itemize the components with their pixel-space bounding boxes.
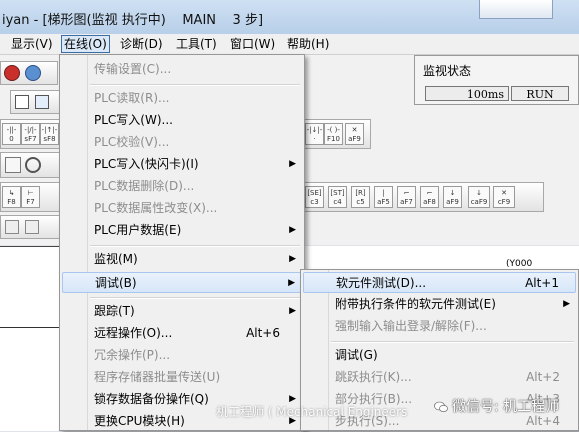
menu-view[interactable]: 显示(V)	[9, 36, 55, 52]
toolbar-strip: [SE] c3 [ST] c4 [R] c5 | aF5 ⌐ aF7 ⌐ aF8 ↓ aF9 …	[303, 182, 544, 212]
menu-diagnostics[interactable]: 诊断(D)	[118, 36, 165, 52]
contact-button[interactable]: -|↑|- sF8	[40, 123, 59, 145]
device-search-icon[interactable]	[25, 65, 41, 81]
contact-button[interactable]: -||- 0	[2, 123, 21, 145]
toolbar-strip: ↳ F8 ⊢ F7	[0, 182, 60, 212]
watermark: 微信号: 机工程师	[434, 396, 559, 416]
submenu-arrow-icon: ▶	[288, 278, 295, 288]
menu-item-redundant-operation[interactable]: 冗余操作(P)...	[62, 345, 302, 366]
submenu-arrow-icon: ▶	[563, 299, 570, 309]
ladder-symbol-button[interactable]: [SE] c3	[305, 186, 324, 208]
zoom-icon[interactable]	[5, 157, 21, 173]
window-control-button[interactable]	[479, 0, 553, 19]
menu-item-plc-user-data[interactable]: PLC用户数据(E) ▶	[62, 220, 302, 241]
menu-item-debug[interactable]: 调试(B) ▶	[62, 272, 302, 293]
submenu-arrow-icon: ▶	[289, 225, 296, 235]
toolbar-strip: -|↓|- · -( )- F10 ✕ aF9	[303, 119, 371, 149]
menu-separator	[90, 245, 300, 247]
ladder-symbol-button[interactable]: ↳ F8	[2, 186, 21, 208]
menu-separator	[331, 341, 574, 343]
online-menu: 传输设置(C)... PLC读取(R)... PLC写入(W)... PLC校验…	[59, 54, 305, 431]
contact-button[interactable]: -|/|- sF7	[21, 123, 40, 145]
toolbar-strip	[0, 61, 58, 85]
submenu-arrow-icon: ▶	[289, 159, 296, 169]
toolbar-strip	[10, 90, 60, 114]
monitor-icon[interactable]	[4, 65, 20, 81]
menu-window[interactable]: 窗口(W)	[228, 36, 277, 52]
menu-item-device-test[interactable]: 软元件测试(D)... Alt+1	[303, 272, 576, 293]
submenu-arrow-icon: ▶	[289, 254, 296, 264]
ladder-rung	[0, 246, 60, 247]
wechat-icon	[434, 401, 448, 413]
toolbar-strip	[0, 215, 60, 239]
delete-line-button[interactable]: ✕ aF9	[345, 123, 364, 145]
submenu-arrow-icon: ▶	[289, 306, 296, 316]
ladder-symbol-button[interactable]: ⌐ aF8	[420, 186, 439, 208]
ladder-symbol-button[interactable]: ⌐ aF7	[397, 186, 416, 208]
menu-help[interactable]: 帮助(H)	[285, 36, 331, 52]
print-icon[interactable]	[5, 220, 19, 234]
menu-item-monitor[interactable]: 监视(M) ▶	[62, 249, 302, 270]
menu-item-plc-write-flash[interactable]: PLC写入(快闪卡)(I) ▶	[62, 154, 302, 175]
ladder-rung	[0, 327, 60, 328]
menu-item-forced-io[interactable]: 强制输入输出登录/解除(F)...	[303, 316, 576, 337]
list-mode-icon[interactable]	[35, 95, 49, 109]
menu-item-plc-write[interactable]: PLC写入(W)...	[62, 110, 302, 131]
menu-item-plc-read[interactable]: PLC读取(R)...	[62, 88, 302, 109]
menu-item-program-memory-transfer[interactable]: 程序存储器批量传送(U)	[62, 367, 302, 388]
coil-button[interactable]: -( )- F10	[324, 123, 343, 145]
find-icon[interactable]	[25, 157, 41, 173]
menu-online[interactable]: 在线(O)	[61, 35, 110, 53]
contact-button[interactable]: -|↓|- ·	[305, 123, 324, 145]
watermark-text: 机工程师 ( Mechanical Engineers	[216, 405, 408, 419]
menu-item-skip-execution[interactable]: 跳跃执行(K)... Alt+2	[303, 367, 576, 388]
coil-label: (Y000	[506, 259, 533, 269]
window-title: iyan - [梯形图(监视 执行中) MAIN 3 步]	[2, 13, 264, 28]
menu-item-transfer-setup[interactable]: 传输设置(C)...	[62, 59, 302, 80]
monitor-status-title: 监视状态	[423, 64, 472, 78]
menu-item-plc-data-attribute[interactable]: PLC数据属性改变(X)...	[62, 198, 302, 219]
ladder-symbol-button[interactable]: ⊢ F7	[21, 186, 40, 208]
ladder-symbol-button[interactable]: ↓ aF9	[443, 186, 462, 208]
ladder-symbol-button[interactable]: [ST] c4	[328, 186, 347, 208]
menu-item-trace[interactable]: 跟踪(T) ▶	[62, 301, 302, 322]
ladder-symbol-button[interactable]: | aF5	[374, 186, 393, 208]
ladder-symbol-button[interactable]: ↓ caF9	[468, 186, 490, 208]
menu-separator	[90, 84, 300, 86]
scan-time-field: 100ms	[425, 86, 509, 101]
ladder-mode-icon[interactable]	[15, 95, 29, 109]
menu-item-conditional-device-test[interactable]: 附带执行条件的软元件测试(E) ▶	[303, 294, 576, 315]
menu-item-plc-data-delete[interactable]: PLC数据删除(D)...	[62, 176, 302, 197]
menu-item-remote-operation[interactable]: 远程操作(O)... Alt+6	[62, 323, 302, 344]
ladder-symbol-button[interactable]: [R] c5	[351, 186, 370, 208]
ladder-symbol-button[interactable]: ✕ cF9	[493, 186, 515, 208]
monitor-status-panel: 监视状态 100ms RUN	[414, 55, 579, 105]
toolbar-strip	[0, 152, 60, 178]
menu-separator	[90, 297, 300, 299]
plc-status-field: RUN	[511, 86, 569, 101]
menu-item-plc-verify[interactable]: PLC校验(V)...	[62, 132, 302, 153]
title-bar: iyan - [梯形图(监视 执行中) MAIN 3 步]	[0, 0, 579, 35]
hand-icon[interactable]	[25, 220, 39, 234]
watermark-label: 微信号: 机工程师	[452, 399, 560, 415]
toolbar-strip: -||- 0 -|/|- sF7 -|↑|- sF8	[0, 119, 60, 149]
menu-bar: 显示(V) 在线(O) 诊断(D) 工具(T) 窗口(W) 帮助(H)	[0, 34, 579, 55]
menu-tools[interactable]: 工具(T)	[174, 36, 219, 52]
menu-item-debug-mode[interactable]: 调试(G)	[303, 345, 576, 366]
